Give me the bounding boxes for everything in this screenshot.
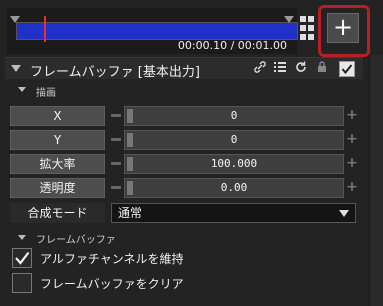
increment-icon[interactable]: + [346, 132, 358, 146]
property-value[interactable]: 100.000 [125, 155, 343, 173]
filter-panel: 00:00.10 / 00:01.00 + フレームバッファ [基本出力] 描画 [0, 0, 383, 306]
increment-icon[interactable]: + [346, 108, 358, 122]
property-row-x: X 0 + [10, 106, 360, 126]
lock-icon[interactable] [315, 61, 329, 77]
framebuffer-collapse-icon[interactable] [18, 235, 26, 240]
decrement-icon[interactable] [111, 162, 121, 165]
clear-framebuffer-option[interactable]: フレームバッファをクリア [10, 272, 360, 294]
property-value[interactable]: 0 [125, 131, 343, 149]
blend-mode-select[interactable]: 通常 [111, 203, 356, 223]
timeline-start-marker-icon[interactable] [10, 16, 20, 23]
property-slider[interactable]: 0 [124, 130, 344, 150]
increment-icon[interactable]: + [346, 180, 358, 194]
decrement-icon[interactable] [111, 186, 121, 189]
property-row-transparency: 透明度 0.00 + [10, 178, 360, 198]
draw-collapse-icon[interactable] [18, 87, 26, 92]
property-value[interactable]: 0.00 [125, 179, 343, 197]
property-slider[interactable]: 0 [124, 106, 344, 126]
add-button-highlight [318, 5, 370, 57]
scrollbar[interactable] [369, 55, 383, 306]
keep-alpha-label: アルファチャンネルを維持 [40, 252, 184, 266]
property-label[interactable]: 拡大率 [10, 154, 105, 174]
decrement-icon[interactable] [111, 138, 121, 141]
property-value[interactable]: 0 [125, 107, 343, 125]
keep-alpha-option[interactable]: アルファチャンネルを維持 [10, 247, 360, 269]
playhead[interactable] [44, 16, 46, 42]
timeline-fill [17, 23, 297, 39]
blend-mode-value: 通常 [118, 206, 143, 220]
increment-icon[interactable]: + [346, 156, 358, 170]
time-readout: 00:00.10 / 00:01.00 [177, 39, 287, 52]
timeline-bar[interactable] [16, 22, 298, 40]
property-slider[interactable]: 0.00 [124, 178, 344, 198]
layer-list-icon[interactable] [300, 16, 320, 40]
list-icon[interactable] [273, 61, 287, 77]
draw-section-title: 描画 [36, 88, 56, 99]
framebuffer-section-title: フレームバッファ [36, 235, 116, 246]
keep-alpha-checkbox[interactable] [12, 248, 32, 268]
property-label[interactable]: X [10, 106, 105, 126]
property-label[interactable]: Y [10, 130, 105, 150]
collapse-arrow-icon[interactable] [11, 65, 21, 72]
blend-mode-label: 合成モード [10, 203, 105, 223]
filter-header[interactable]: フレームバッファ [基本出力] [5, 57, 363, 80]
decrement-icon[interactable] [111, 114, 121, 117]
property-slider[interactable]: 100.000 [124, 154, 344, 174]
link-icon[interactable] [253, 61, 267, 77]
property-row-y: Y 0 + [10, 130, 360, 150]
chevron-down-icon [339, 210, 349, 217]
timeline-end-marker-icon[interactable] [284, 16, 294, 23]
clear-framebuffer-label: フレームバッファをクリア [40, 277, 184, 291]
filter-title: フレームバッファ [基本出力] [30, 65, 200, 80]
reset-icon[interactable] [294, 61, 308, 77]
property-row-scale: 拡大率 100.000 + [10, 154, 360, 174]
property-label[interactable]: 透明度 [10, 178, 105, 198]
filter-enable-checkbox[interactable] [339, 61, 355, 77]
clear-framebuffer-checkbox[interactable] [12, 273, 32, 293]
timeline[interactable]: 00:00.10 / 00:01.00 [7, 8, 298, 54]
